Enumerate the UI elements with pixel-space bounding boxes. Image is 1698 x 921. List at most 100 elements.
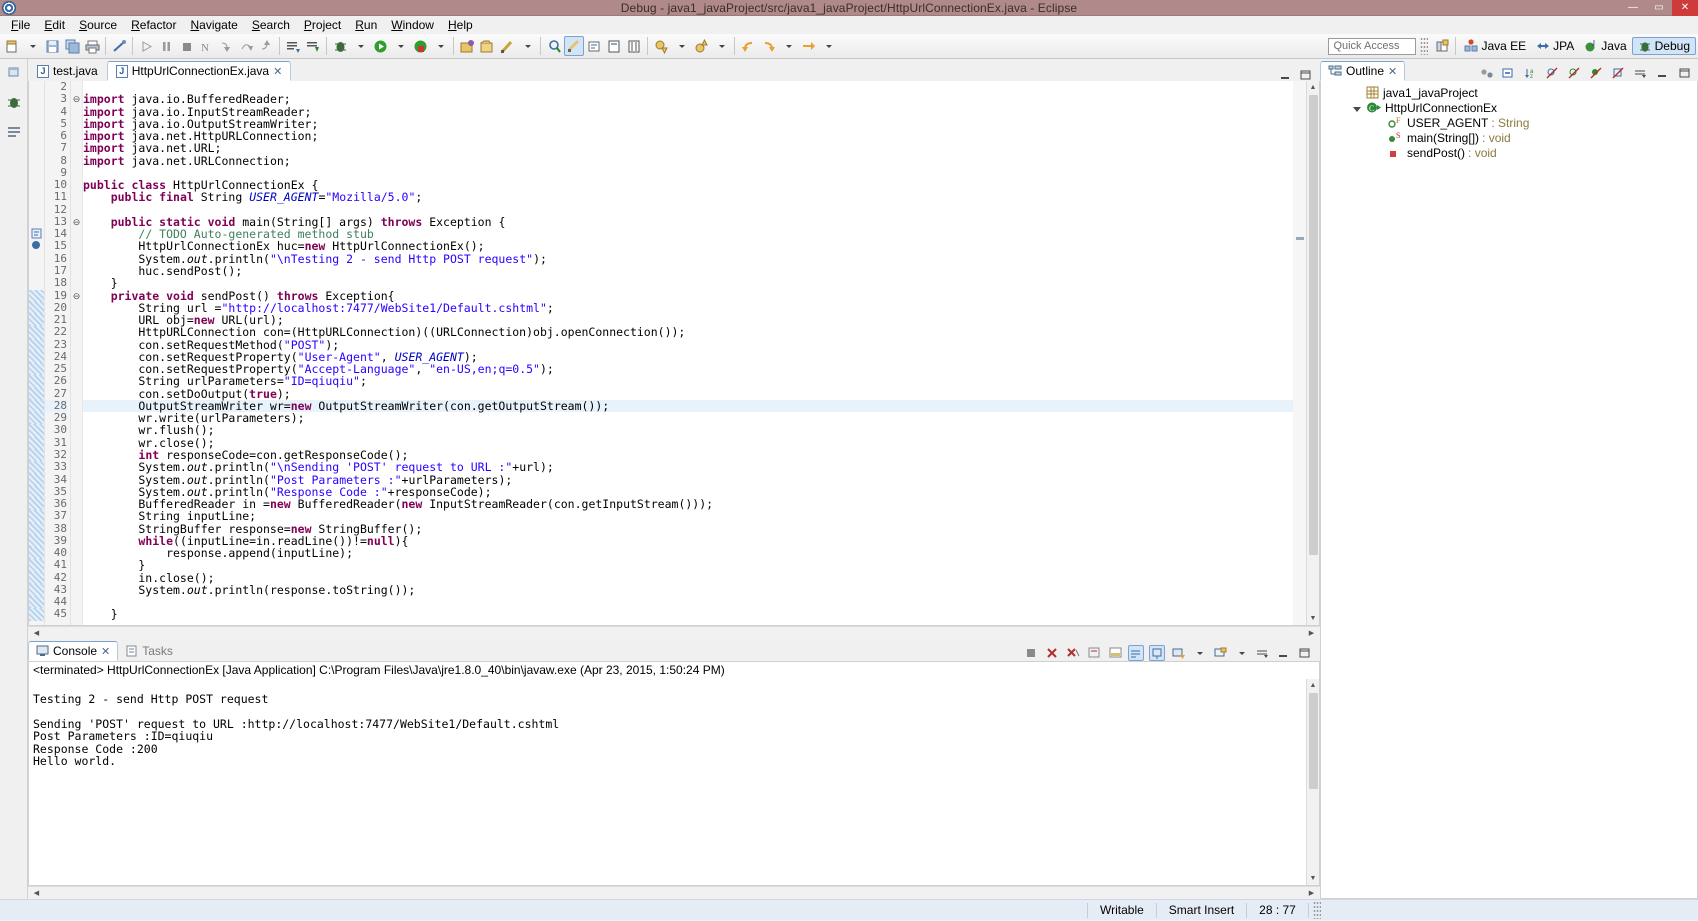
menu-run[interactable]: Run [348, 17, 384, 33]
overview-marker[interactable] [1296, 237, 1304, 240]
clear-console-icon[interactable] [1086, 645, 1102, 661]
view-menu-icon[interactable] [1632, 65, 1648, 81]
tab-console[interactable]: Console ✕ [28, 641, 119, 661]
open-console-dropdown-icon[interactable] [1233, 645, 1249, 661]
scroll-right-icon[interactable]: ▶ [1305, 887, 1318, 900]
code-line[interactable]: } [83, 559, 1293, 572]
word-wrap-icon[interactable] [1128, 645, 1144, 661]
pin-console-icon[interactable] [1149, 645, 1165, 661]
changed-line-marker[interactable] [29, 314, 44, 327]
focus-active-task-icon[interactable] [1478, 65, 1494, 81]
scroll-right-icon[interactable]: ▶ [1305, 627, 1318, 640]
hide-local-types-icon[interactable] [1610, 65, 1626, 81]
menu-window[interactable]: Window [384, 17, 441, 33]
debug-view-icon[interactable] [5, 93, 23, 111]
code-line[interactable] [83, 596, 1293, 608]
view-menu-icon[interactable] [1254, 645, 1270, 661]
code-editor[interactable]: 2 3 4 5 6 7 8 9 10 11 12 13 14 15 16 17 18 19 20 21 22 23 24 25… [28, 81, 1320, 626]
changed-line-marker[interactable] [29, 338, 44, 351]
hide-static-icon[interactable] [1566, 65, 1582, 81]
console-horizontal-scrollbar[interactable]: ◀ ▶ [28, 886, 1320, 899]
run-coverage-icon[interactable] [410, 36, 430, 56]
toggle-annotation-icon[interactable] [584, 36, 604, 56]
code-line[interactable]: System.out.println("Post Parameters :"+u… [83, 473, 1293, 486]
editor-code-area[interactable]: import java.io.BufferedReader; import jav… [83, 81, 1293, 625]
marker-icon[interactable] [564, 36, 584, 56]
changed-line-marker[interactable] [29, 461, 44, 474]
code-line[interactable]: import java.net.HttpURLConnection; [83, 130, 1293, 143]
toggle-block-selection-icon[interactable] [604, 36, 624, 56]
scroll-up-icon[interactable]: ▲ [1307, 81, 1320, 94]
perspective-java[interactable]: J Java [1579, 38, 1631, 54]
changed-line-marker[interactable] [29, 448, 44, 462]
console-vertical-scrollbar[interactable]: ▲ ▼ [1306, 679, 1319, 885]
changed-line-marker[interactable] [29, 424, 44, 437]
code-line[interactable]: HttpURLConnection con=(HttpURLConnection… [83, 326, 1293, 339]
tab-outline[interactable]: Outline ✕ [1320, 61, 1406, 81]
scroll-up-icon[interactable]: ▲ [1307, 679, 1320, 692]
hide-non-public-icon[interactable] [1588, 65, 1604, 81]
fold-toggle-icon[interactable]: ⊖ [71, 93, 82, 105]
code-line[interactable]: String inputLine; [83, 510, 1293, 523]
code-line[interactable]: HttpUrlConnectionEx huc=new HttpUrlConne… [83, 240, 1293, 253]
step-over-icon[interactable] [236, 36, 256, 56]
terminate-icon[interactable] [176, 36, 196, 56]
maximize-button[interactable]: ▭ [1646, 0, 1672, 16]
editor-tab-httpurlconnectionex-java[interactable]: J HttpUrlConnectionEx.java ✕ [106, 61, 292, 81]
remove-all-terminated-icon[interactable] [1065, 645, 1081, 661]
coverage-dropdown-icon[interactable] [430, 36, 450, 56]
code-line[interactable]: import java.io.BufferedReader; [83, 93, 1293, 106]
variables-view-icon[interactable] [5, 123, 23, 141]
changed-line-marker[interactable] [29, 559, 44, 572]
code-line[interactable]: System.out.println(response.toString()); [83, 584, 1293, 597]
code-line[interactable]: } [83, 608, 1293, 621]
changed-line-marker[interactable] [29, 571, 44, 584]
code-line[interactable]: import java.io.InputStreamReader; [83, 105, 1293, 118]
external-tools-icon[interactable] [497, 36, 517, 56]
changed-line-marker[interactable] [29, 547, 44, 560]
changed-line-marker[interactable] [29, 350, 44, 364]
editor-overview-ruler[interactable] [1293, 81, 1306, 625]
changed-line-marker[interactable] [29, 387, 44, 400]
perspective-debug[interactable]: Debug [1631, 37, 1696, 55]
disconnect-icon[interactable]: N [196, 36, 216, 56]
terminate-icon[interactable] [1023, 645, 1039, 661]
code-line[interactable]: StringBuffer response=new StringBuffer()… [83, 522, 1293, 535]
outline-tree[interactable]: java1_javaProject C HttpUrlConnectionEx F US… [1320, 81, 1698, 899]
status-resize-handle[interactable] [1312, 901, 1321, 919]
save-icon[interactable] [42, 36, 62, 56]
changed-line-marker[interactable] [29, 534, 44, 548]
perspective-java-ee[interactable]: Java EE [1459, 38, 1531, 54]
changed-line-marker[interactable] [29, 375, 44, 388]
changed-line-marker[interactable] [29, 326, 44, 339]
back-icon[interactable] [738, 36, 758, 56]
restore-icon[interactable] [5, 63, 23, 81]
menu-search[interactable]: Search [245, 17, 297, 33]
code-line[interactable]: System.out.println("\nTesting 2 - send H… [83, 252, 1293, 265]
link-icon[interactable] [109, 36, 129, 56]
code-line[interactable]: public final String USER_AGENT="Mozilla/… [83, 191, 1293, 204]
collapse-all-icon[interactable] [1500, 65, 1516, 81]
changed-line-marker[interactable] [29, 485, 44, 499]
new-task-icon[interactable] [303, 36, 323, 56]
run-dropdown-icon[interactable] [390, 36, 410, 56]
code-line[interactable]: wr.flush(); [83, 424, 1293, 437]
scroll-down-icon[interactable]: ▼ [1307, 872, 1320, 885]
code-line[interactable]: } [83, 277, 1293, 290]
hide-fields-icon[interactable] [1544, 65, 1560, 81]
step-return-icon[interactable] [256, 36, 276, 56]
back-dropdown-icon[interactable] [778, 36, 798, 56]
scroll-left-icon[interactable]: ◀ [30, 627, 43, 640]
new-package-icon[interactable] [457, 36, 477, 56]
editor-folding-gutter[interactable]: ⊖ ⊖ ⊖ [71, 81, 83, 625]
perspective-jpa[interactable]: JPA [1531, 38, 1579, 54]
code-line[interactable]: huc.sendPost(); [83, 265, 1293, 278]
breakpoint-icon[interactable] [29, 240, 44, 252]
minimize-icon[interactable] [1275, 645, 1291, 661]
toggle-whitespace-icon[interactable] [624, 36, 644, 56]
minimize-icon[interactable] [1279, 70, 1292, 81]
menu-navigate[interactable]: Navigate [183, 17, 244, 33]
forward-icon[interactable] [758, 36, 778, 56]
editor-vertical-scrollbar[interactable]: ▲ ▼ [1306, 81, 1319, 625]
minimize-button[interactable]: — [1620, 0, 1646, 16]
